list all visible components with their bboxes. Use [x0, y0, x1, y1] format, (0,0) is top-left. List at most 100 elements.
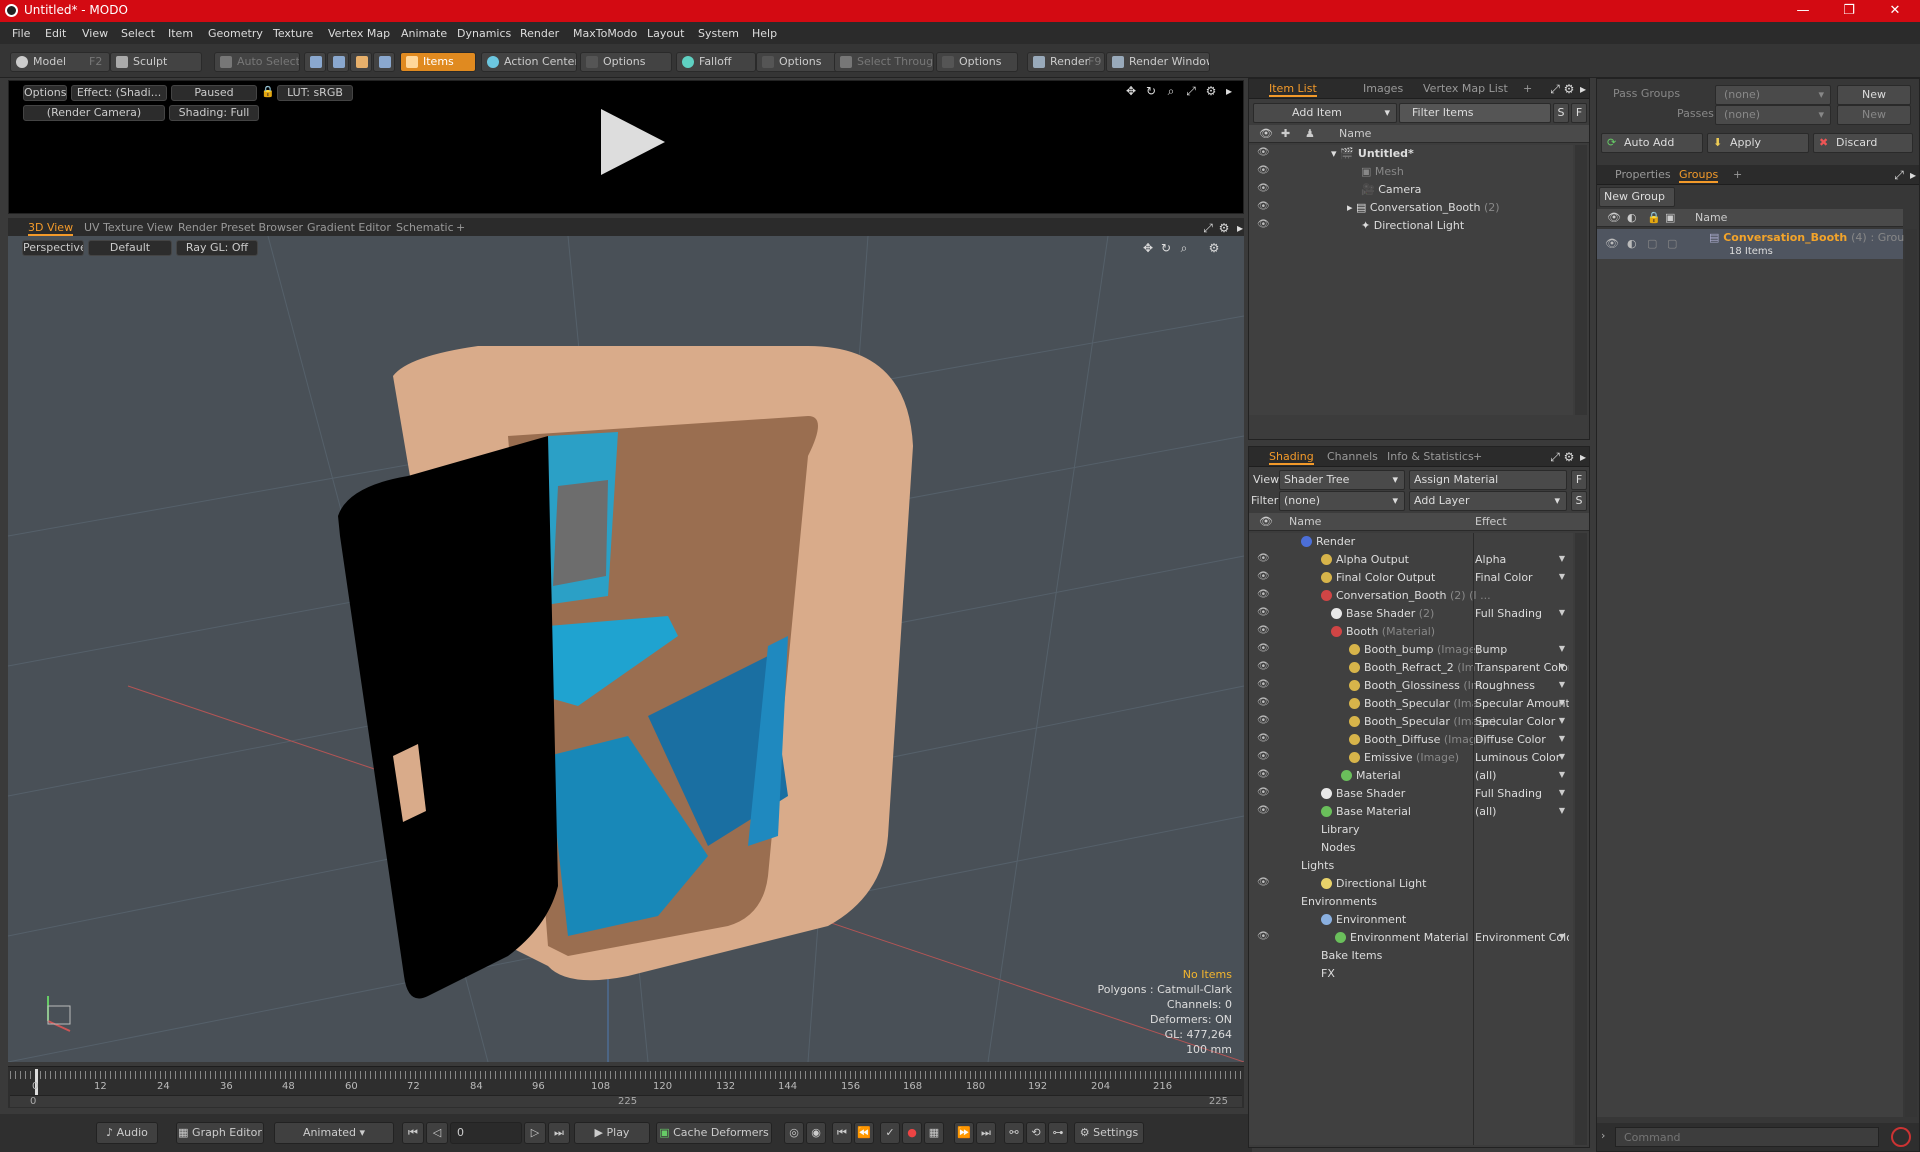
settings-button[interactable]: ⚙ Settings: [1074, 1122, 1144, 1144]
discard-button[interactable]: ✖ Discard: [1813, 133, 1913, 153]
shader-row[interactable]: Environments: [1249, 893, 1573, 911]
chevron-down-icon[interactable]: ▼: [1559, 806, 1565, 815]
groups-scrollbar[interactable]: [1905, 229, 1917, 1117]
chevron-down-icon[interactable]: ▼: [1559, 788, 1565, 797]
visibility-eye-icon[interactable]: 👁: [1257, 219, 1271, 231]
preview-paused-button[interactable]: Paused: [171, 85, 257, 101]
visibility-eye-icon[interactable]: 👁: [1257, 553, 1271, 565]
shader-row[interactable]: 👁 Booth_Refract_2 (Im ... Transparent Colo…: [1249, 659, 1573, 677]
maximize-icon[interactable]: ⤢: [1893, 169, 1905, 181]
maximize-icon[interactable]: ⤢: [1549, 451, 1561, 463]
apply-button[interactable]: ⬇ Apply: [1707, 133, 1809, 153]
add-tab-button[interactable]: +: [1523, 82, 1532, 95]
item-row[interactable]: 👁 ▾ 🎬 Untitled*: [1249, 145, 1573, 163]
tab-render-preset-browser[interactable]: Render Preset Browser: [178, 221, 303, 234]
maximize-button[interactable]: ❐: [1826, 0, 1872, 22]
shader-effect[interactable]: Full Shading: [1475, 787, 1569, 800]
visibility-eye-icon[interactable]: 👁: [1257, 697, 1271, 709]
chevron-down-icon[interactable]: ▼: [1559, 608, 1565, 617]
next-frame-button[interactable]: ▷: [524, 1122, 546, 1144]
3d-viewport[interactable]: Perspective Default Ray GL: Off ✥ ↻ ⌕ ⚙ …: [8, 236, 1244, 1062]
shader-row[interactable]: 👁 Alpha Output Alpha ▼: [1249, 551, 1573, 569]
tab-schematic[interactable]: Schematic: [396, 221, 454, 234]
prev-key-icon[interactable]: ⏮: [832, 1122, 852, 1144]
minimize-button[interactable]: —: [1780, 0, 1826, 22]
shader-row[interactable]: Bake Items: [1249, 947, 1573, 965]
shader-effect[interactable]: Luminous Color: [1475, 751, 1569, 764]
item-row[interactable]: 👁 ▸ ▤ Conversation_Booth (2): [1249, 199, 1573, 217]
visibility-eye-icon[interactable]: 👁: [1257, 201, 1271, 213]
visibility-eye-icon[interactable]: 👁: [1605, 237, 1619, 250]
auto-key-icon[interactable]: ◉: [806, 1122, 826, 1144]
shader-tree-scrollbar[interactable]: [1575, 533, 1587, 1145]
shader-effect[interactable]: Diffuse Color: [1475, 733, 1569, 746]
shader-row[interactable]: 👁 Emissive (Image) Luminous Color ▼: [1249, 749, 1573, 767]
chevron-down-icon[interactable]: ▼: [1559, 734, 1565, 743]
sculpt-mode-button[interactable]: Sculpt: [110, 52, 202, 72]
default-dropdown[interactable]: Default: [88, 240, 172, 256]
zoom-icon[interactable]: ⌕: [1165, 85, 1177, 97]
maximize-icon[interactable]: ⤢: [1549, 83, 1561, 95]
tab-vertex-map-list[interactable]: Vertex Map List: [1423, 82, 1508, 95]
zoom-icon[interactable]: ⌕: [1178, 242, 1190, 254]
visibility-eye-icon[interactable]: 👁: [1257, 769, 1271, 781]
tab-images[interactable]: Images: [1363, 82, 1403, 95]
select-vertices-button[interactable]: [304, 52, 326, 72]
shader-row[interactable]: 👁 Base Shader (2) Full Shading ▼: [1249, 605, 1573, 623]
shading-s-button[interactable]: S: [1571, 491, 1587, 511]
lut-dropdown[interactable]: LUT: sRGB: [277, 85, 353, 101]
rotate-icon[interactable]: ↻: [1145, 85, 1157, 97]
menu-dynamics[interactable]: Dynamics: [457, 27, 511, 40]
command-input[interactable]: [1615, 1127, 1879, 1147]
viewport-settings-gear-icon[interactable]: ⚙: [1208, 242, 1220, 254]
item-list-scrollbar[interactable]: [1575, 145, 1587, 415]
select-toggle-icon[interactable]: ▢: [1667, 237, 1677, 250]
view-dropdown[interactable]: Shader Tree ▾: [1279, 470, 1405, 490]
key-grid-icon[interactable]: ▦: [924, 1122, 944, 1144]
expand-arrow-icon[interactable]: ▸: [1577, 83, 1589, 95]
shading-f-button[interactable]: F: [1571, 470, 1587, 490]
channel-icon[interactable]: ⊶: [1048, 1122, 1068, 1144]
item-row[interactable]: 👁 ▣ Mesh: [1249, 163, 1573, 181]
expand-arrow-icon[interactable]: ▸: [1223, 85, 1235, 97]
menu-file[interactable]: File: [12, 27, 30, 40]
menu-animate[interactable]: Animate: [401, 27, 447, 40]
perspective-dropdown[interactable]: Perspective: [22, 240, 84, 256]
visibility-eye-icon[interactable]: 👁: [1257, 147, 1271, 159]
tab-item-list[interactable]: Item List: [1269, 82, 1317, 97]
play-icon[interactable]: [601, 109, 665, 175]
menu-view[interactable]: View: [82, 27, 108, 40]
menu-maxtomodo[interactable]: MaxToModo: [573, 27, 637, 40]
shader-effect[interactable]: Final Color: [1475, 571, 1569, 584]
add-tab-button[interactable]: +: [1733, 168, 1742, 181]
shader-effect[interactable]: Specular Color: [1475, 715, 1569, 728]
action-center-options-button[interactable]: Options: [580, 52, 672, 72]
filter-f-button[interactable]: F: [1571, 103, 1587, 123]
item-row[interactable]: 👁 ✦ Directional Light: [1249, 217, 1573, 235]
shader-row[interactable]: 👁 Booth_Glossiness (Im ... Roughness ▼: [1249, 677, 1573, 695]
tab-3d-view[interactable]: 3D View: [28, 221, 74, 236]
shader-row[interactable]: Render: [1249, 533, 1573, 551]
prev-key-button[interactable]: ◁: [426, 1122, 448, 1144]
group-row[interactable]: 👁 ◐ ▢ ▢ ▤ Conversation_Booth (4) : Group…: [1597, 229, 1911, 259]
menu-vertex-map[interactable]: Vertex Map: [328, 27, 390, 40]
settings-gear-icon[interactable]: ⚙: [1563, 83, 1575, 95]
auto-add-button[interactable]: ⟳ Auto Add: [1601, 133, 1703, 153]
tab-properties[interactable]: Properties: [1615, 168, 1671, 181]
shader-effect[interactable]: (all): [1475, 805, 1569, 818]
falloff-button[interactable]: Falloff: [676, 52, 756, 72]
visibility-eye-icon[interactable]: 👁: [1257, 787, 1271, 799]
visibility-eye-icon[interactable]: 👁: [1257, 607, 1271, 619]
visibility-eye-icon[interactable]: 👁: [1257, 589, 1271, 601]
shader-effect[interactable]: (all): [1475, 769, 1569, 782]
visibility-eye-icon[interactable]: 👁: [1257, 805, 1271, 817]
render-camera-dropdown[interactable]: (Render Camera): [23, 105, 165, 121]
add-layer-dropdown[interactable]: Add Layer ▾: [1409, 491, 1567, 511]
auto-select-button[interactable]: Auto Select: [214, 52, 300, 72]
audio-button[interactable]: ♪ Audio: [96, 1122, 158, 1144]
lock-toggle-icon[interactable]: ▢: [1647, 237, 1657, 250]
chevron-down-icon[interactable]: ▼: [1559, 572, 1565, 581]
go-to-start-button[interactable]: ⏮: [402, 1122, 424, 1144]
shader-effect[interactable]: Roughness: [1475, 679, 1569, 692]
chevron-down-icon[interactable]: ▼: [1559, 770, 1565, 779]
